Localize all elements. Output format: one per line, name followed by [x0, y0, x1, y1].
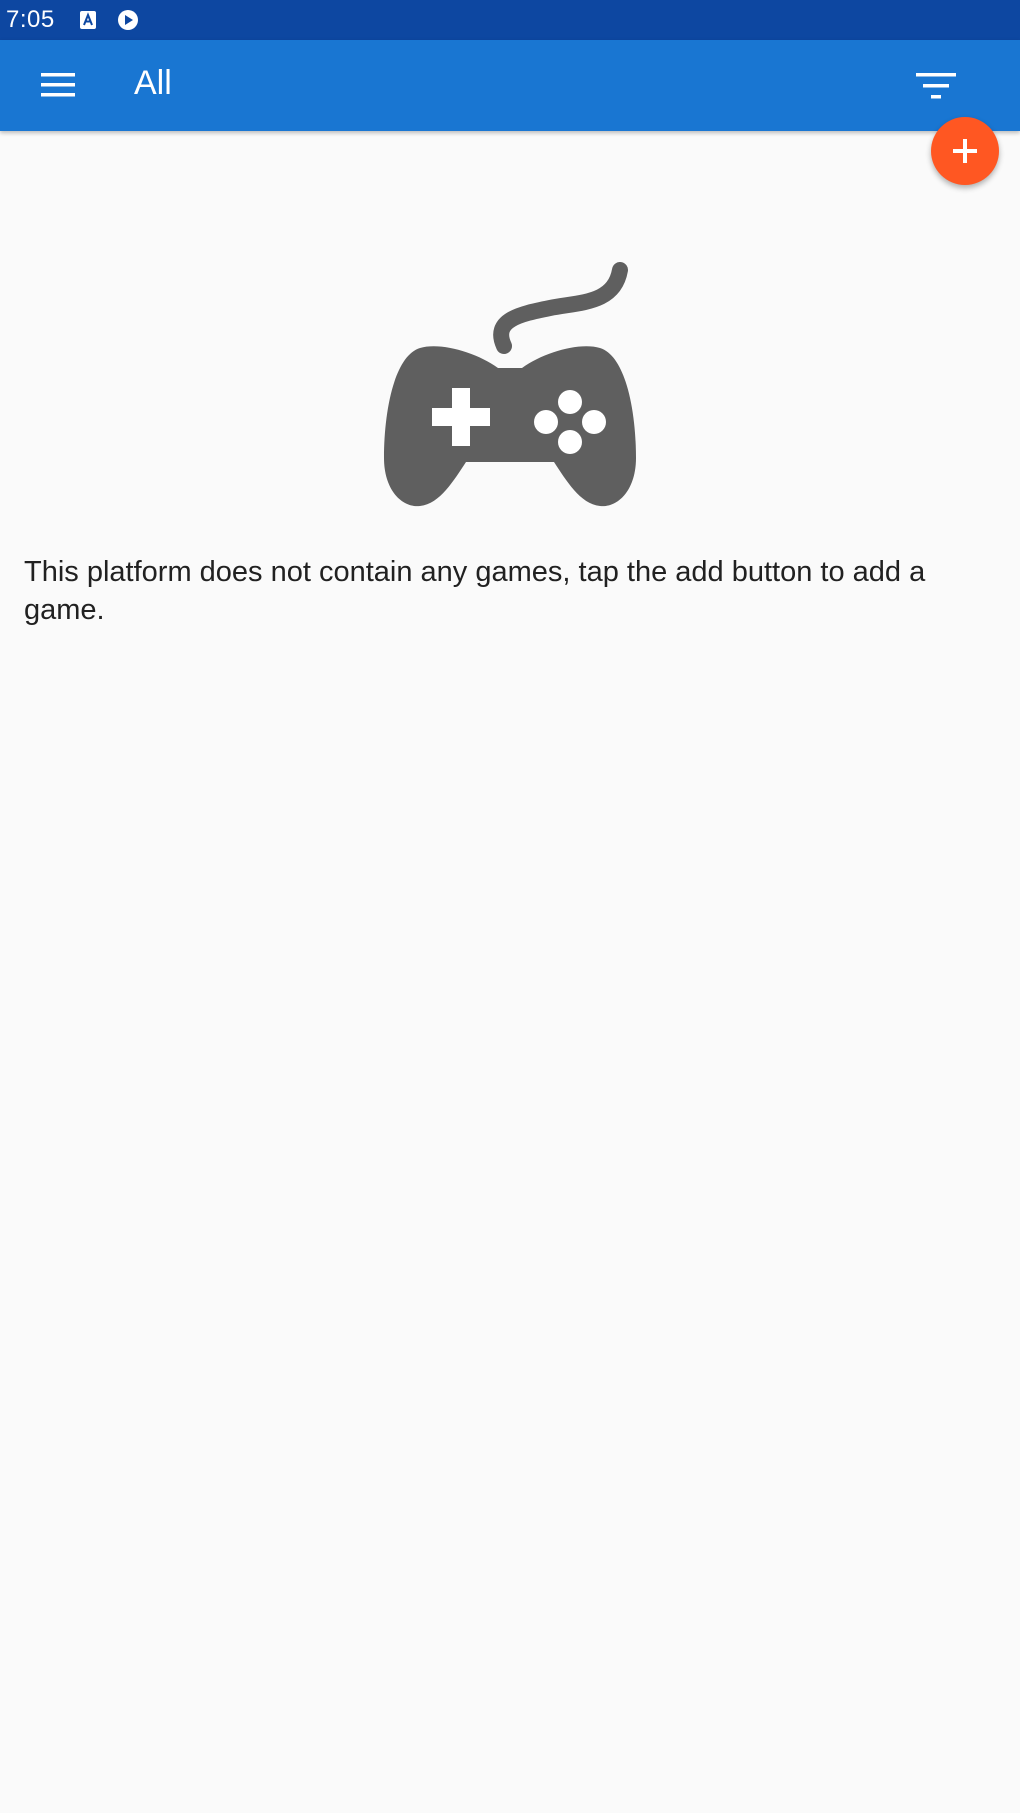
plus-icon: [953, 139, 977, 163]
app-bar: All: [0, 40, 1020, 131]
menu-icon: [41, 73, 75, 97]
empty-state-illustration: [380, 262, 640, 517]
play-badge-icon: [117, 9, 139, 31]
filter-icon: [916, 73, 956, 99]
status-bar: 7:05: [0, 0, 1020, 40]
notification-a-icon: [77, 9, 99, 31]
add-game-button[interactable]: [931, 117, 999, 185]
empty-state-message: This platform does not contain any games…: [24, 556, 926, 626]
filter-button[interactable]: [912, 64, 960, 108]
menu-button[interactable]: [36, 65, 80, 105]
status-time: 7:05: [6, 6, 55, 33]
gamepad-icon: [384, 262, 636, 507]
page-title: All: [134, 64, 172, 102]
